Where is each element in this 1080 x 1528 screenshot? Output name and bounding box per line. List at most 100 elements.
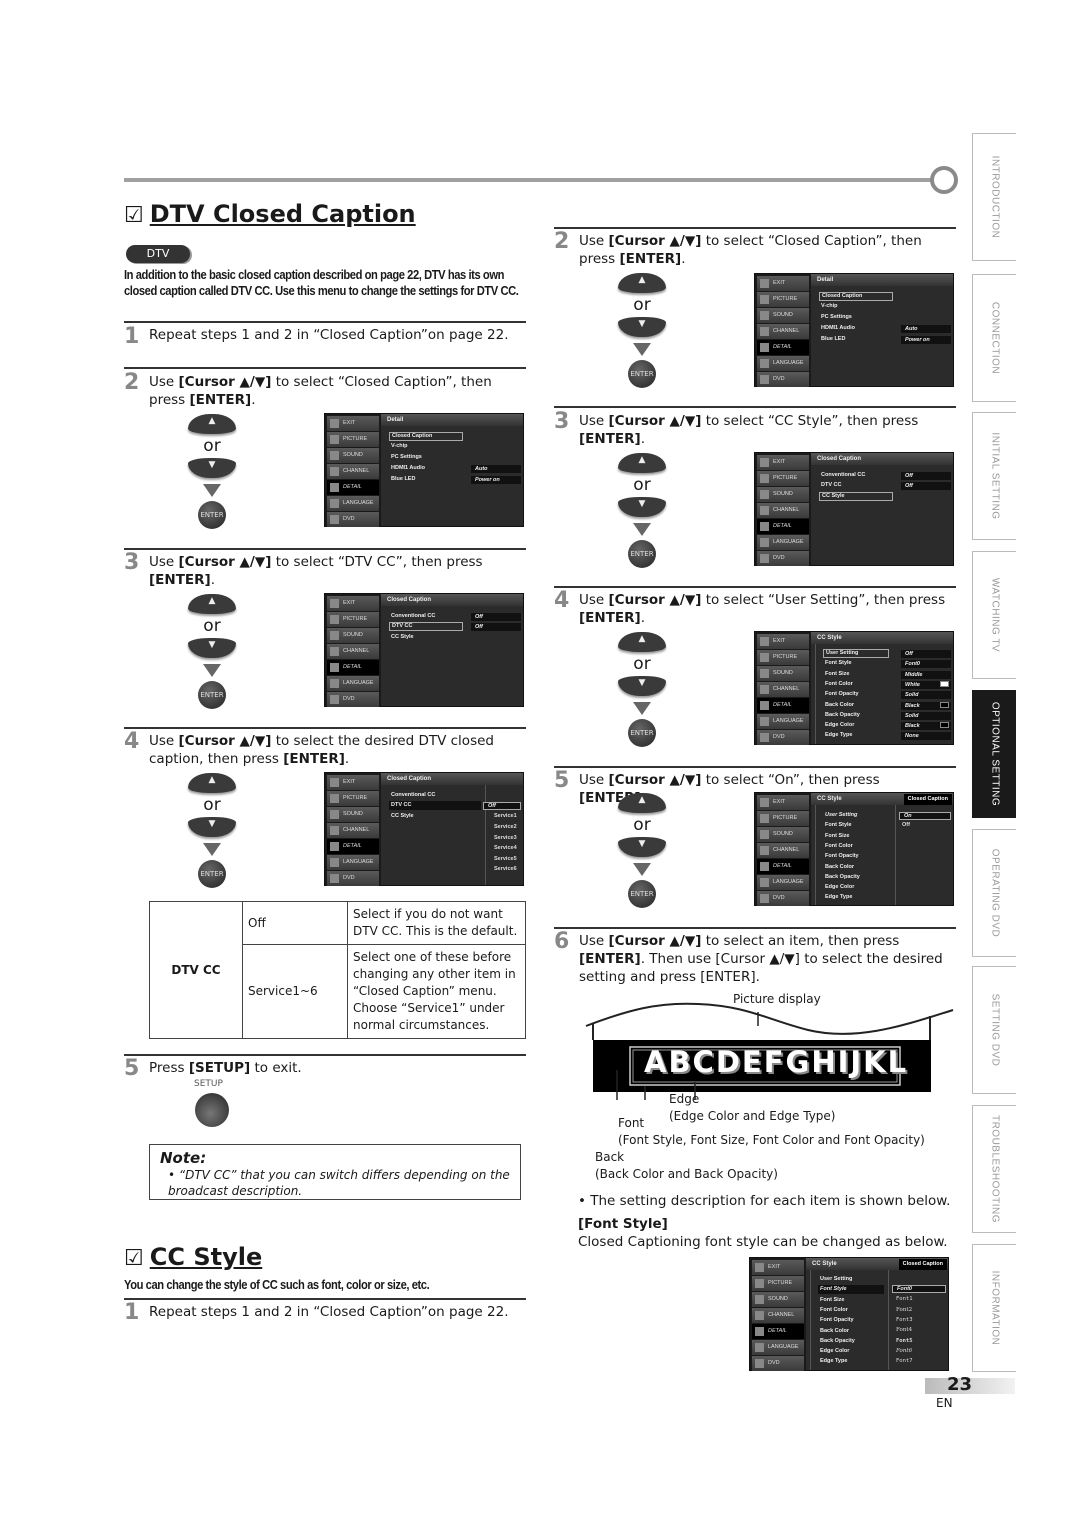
- sidebar-tab-setting-dvd[interactable]: SETTING DVD: [972, 966, 1016, 1094]
- menu-sound[interactable]: SOUND: [757, 308, 809, 323]
- menu-exit[interactable]: EXIT: [752, 1260, 804, 1275]
- enter-button[interactable]: ENTER: [198, 501, 226, 529]
- menu-item-user-setting[interactable]: User Setting: [818, 1275, 852, 1284]
- menu-channel[interactable]: CHANNEL: [757, 682, 809, 697]
- setup-button[interactable]: [195, 1093, 229, 1127]
- menu-item-edge-color[interactable]: Edge Color: [823, 883, 854, 892]
- menu-item-dtv-cc[interactable]: DTV CC: [389, 801, 481, 810]
- sidebar-tab-operating-dvd[interactable]: OPERATING DVD: [972, 829, 1016, 957]
- menu-picture[interactable]: PICTURE: [757, 471, 809, 486]
- menu-item-hdmi1-audio[interactable]: HDMI1 Audio: [819, 324, 855, 333]
- menu-item-back-color[interactable]: Back Color: [823, 863, 854, 872]
- menu-channel[interactable]: CHANNEL: [757, 843, 809, 858]
- menu-picture[interactable]: PICTURE: [327, 791, 379, 806]
- menu-channel[interactable]: CHANNEL: [757, 503, 809, 518]
- menu-channel[interactable]: CHANNEL: [752, 1308, 804, 1323]
- cursor-up-button[interactable]: ▲: [188, 594, 236, 614]
- menu-item-vchip[interactable]: V-chip: [819, 302, 838, 311]
- menu-dvd[interactable]: DVD: [757, 551, 809, 566]
- menu-item-blue-led[interactable]: Blue LED: [819, 335, 845, 344]
- menu-item-font-opacity[interactable]: Font Opacity: [823, 690, 859, 699]
- menu-exit[interactable]: EXIT: [757, 634, 809, 649]
- menu-item-pc-settings[interactable]: PC Settings: [819, 313, 852, 322]
- menu-picture[interactable]: PICTURE: [327, 612, 379, 627]
- menu-channel[interactable]: CHANNEL: [757, 324, 809, 339]
- enter-button[interactable]: ENTER: [628, 540, 656, 568]
- menu-item-font-size[interactable]: Font Size: [818, 1296, 844, 1305]
- menu-item-cc-style[interactable]: CC Style: [819, 492, 893, 501]
- dtv-option-service4[interactable]: Service4: [494, 844, 517, 853]
- menu-picture[interactable]: PICTURE: [327, 432, 379, 447]
- sidebar-tab-connection[interactable]: CONNECTION: [972, 274, 1016, 402]
- menu-language[interactable]: LANGUAGE: [752, 1340, 804, 1355]
- menu-item-user-setting[interactable]: User Setting: [823, 649, 889, 658]
- menu-exit[interactable]: EXIT: [327, 416, 379, 431]
- menu-item-edge-type[interactable]: Edge Type: [823, 731, 852, 740]
- menu-item-font-style[interactable]: Font Style: [823, 659, 852, 668]
- menu-language[interactable]: LANGUAGE: [757, 714, 809, 729]
- enter-button[interactable]: ENTER: [628, 719, 656, 747]
- menu-item-font-color[interactable]: Font Color: [823, 680, 853, 689]
- cursor-down-button[interactable]: ▼: [618, 317, 666, 337]
- menu-dvd[interactable]: DVD: [752, 1356, 804, 1371]
- dtv-option-service3[interactable]: Service3: [494, 834, 517, 843]
- menu-exit[interactable]: EXIT: [327, 775, 379, 790]
- menu-item-vchip[interactable]: V-chip: [389, 442, 408, 451]
- menu-item-closed-caption[interactable]: Closed Caption: [389, 432, 463, 441]
- menu-item-cc-style[interactable]: CC Style: [389, 812, 414, 821]
- menu-language[interactable]: LANGUAGE: [327, 676, 379, 691]
- menu-item-font-style[interactable]: Font Style: [818, 1285, 884, 1295]
- menu-item-font-size[interactable]: Font Size: [823, 670, 849, 679]
- menu-item-conventional-cc[interactable]: Conventional CC: [389, 612, 435, 621]
- menu-dvd[interactable]: DVD: [327, 512, 379, 527]
- menu-sound[interactable]: SOUND: [752, 1292, 804, 1307]
- font-option[interactable]: Font3: [896, 1316, 913, 1325]
- enter-button[interactable]: ENTER: [198, 860, 226, 888]
- sidebar-tab-initial-setting[interactable]: INITIAL SETTING: [972, 412, 1016, 540]
- menu-item-dtv-cc[interactable]: DTV CC: [389, 622, 463, 631]
- menu-exit[interactable]: EXIT: [757, 276, 809, 291]
- cursor-down-button[interactable]: ▼: [618, 837, 666, 857]
- menu-channel[interactable]: CHANNEL: [327, 823, 379, 838]
- menu-dvd[interactable]: DVD: [757, 891, 809, 906]
- menu-item-edge-color[interactable]: Edge Color: [818, 1347, 849, 1356]
- menu-item-hdmi1-audio[interactable]: HDMI1 Audio: [389, 464, 425, 473]
- font-option[interactable]: Font0: [892, 1285, 946, 1293]
- menu-detail[interactable]: DETAIL: [327, 660, 379, 675]
- menu-item-font-opacity[interactable]: Font Opacity: [823, 852, 859, 861]
- sidebar-tab-optional-setting[interactable]: OPTIONAL SETTING: [972, 690, 1016, 818]
- menu-sound[interactable]: SOUND: [327, 448, 379, 463]
- menu-exit[interactable]: EXIT: [757, 795, 809, 810]
- menu-item-back-color[interactable]: Back Color: [823, 701, 854, 710]
- menu-detail[interactable]: DETAIL: [327, 839, 379, 854]
- menu-item-back-opacity[interactable]: Back Opacity: [823, 711, 860, 720]
- menu-detail[interactable]: DETAIL: [752, 1324, 804, 1339]
- cursor-up-button[interactable]: ▲: [618, 273, 666, 293]
- sidebar-tab-watching-tv[interactable]: WATCHING TV: [972, 551, 1016, 679]
- menu-language[interactable]: LANGUAGE: [327, 855, 379, 870]
- font-option[interactable]: Font2: [896, 1306, 912, 1315]
- font-option[interactable]: Font1: [896, 1295, 913, 1304]
- menu-item-font-size[interactable]: Font Size: [823, 832, 849, 841]
- menu-exit[interactable]: EXIT: [757, 455, 809, 470]
- cursor-up-button[interactable]: ▲: [618, 793, 666, 813]
- menu-item-conventional-cc[interactable]: Conventional CC: [819, 471, 865, 480]
- cursor-down-button[interactable]: ▼: [618, 497, 666, 517]
- menu-language[interactable]: LANGUAGE: [327, 496, 379, 511]
- menu-item-edge-color[interactable]: Edge Color: [823, 721, 854, 730]
- menu-item-font-style[interactable]: Font Style: [823, 821, 852, 830]
- enter-button[interactable]: ENTER: [628, 880, 656, 908]
- menu-detail[interactable]: DETAIL: [757, 340, 809, 355]
- sidebar-tab-information[interactable]: INFORMATION: [972, 1244, 1016, 1372]
- menu-dvd[interactable]: DVD: [757, 372, 809, 387]
- menu-detail[interactable]: DETAIL: [757, 519, 809, 534]
- menu-item-edge-type[interactable]: Edge Type: [823, 893, 852, 902]
- menu-picture[interactable]: PICTURE: [757, 292, 809, 307]
- font-option[interactable]: Font4: [896, 1326, 912, 1335]
- menu-item-back-opacity[interactable]: Back Opacity: [818, 1337, 855, 1346]
- menu-sound[interactable]: SOUND: [757, 666, 809, 681]
- cursor-up-button[interactable]: ▲: [188, 773, 236, 793]
- menu-sound[interactable]: SOUND: [327, 628, 379, 643]
- menu-item-back-color[interactable]: Back Color: [818, 1327, 849, 1336]
- menu-detail[interactable]: DETAIL: [757, 698, 809, 713]
